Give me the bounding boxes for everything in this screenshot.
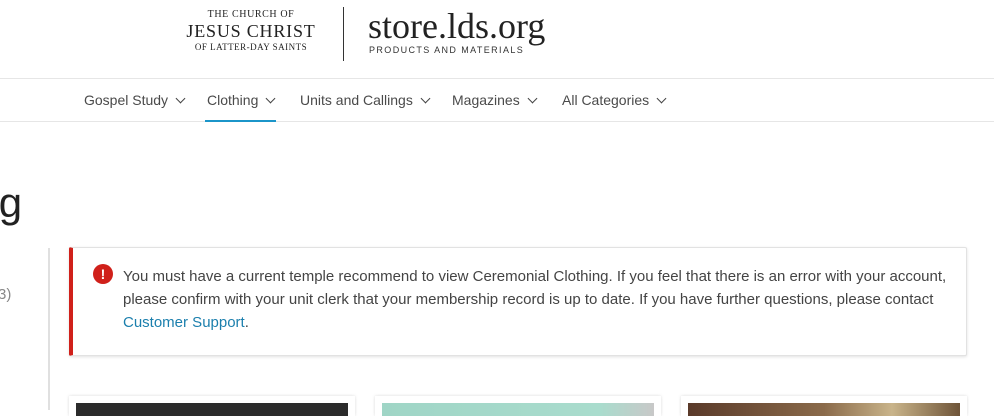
- main-nav: Gospel Study Clothing Units and Callings…: [0, 79, 994, 122]
- nav-item-units-and-callings[interactable]: Units and Callings: [300, 79, 431, 121]
- product-card[interactable]: [681, 396, 967, 416]
- alert-message: You must have a current temple recommend…: [123, 265, 959, 334]
- nav-item-magazines[interactable]: Magazines: [452, 79, 538, 121]
- store-subtitle: Products and Materials: [369, 45, 525, 55]
- store-title[interactable]: store.lds.org: [368, 4, 545, 48]
- logo-divider: [343, 7, 344, 61]
- church-logo-line2: Jesus Christ: [186, 21, 316, 41]
- nav-item-gospel-study[interactable]: Gospel Study: [84, 79, 186, 121]
- chevron-down-icon: [175, 93, 186, 103]
- customer-support-link[interactable]: Customer Support: [123, 314, 245, 331]
- nav-item-label: All Categories: [562, 92, 650, 108]
- nav-item-all-categories[interactable]: All Categories: [562, 79, 667, 121]
- alert-message-end: .: [244, 314, 249, 331]
- chevron-down-icon: [265, 93, 276, 103]
- product-card[interactable]: [375, 396, 661, 416]
- site-header: The Church of Jesus Christ of Latter-day…: [0, 0, 994, 79]
- sidebar-divider: [48, 248, 50, 410]
- nav-item-label: Magazines: [452, 92, 520, 108]
- nav-item-label: Units and Callings: [300, 92, 413, 108]
- product-card[interactable]: [69, 396, 355, 416]
- church-logo-line3: of Latter-day Saints: [194, 42, 308, 52]
- alert-message-text: You must have a current temple recommend…: [123, 268, 947, 308]
- nav-item-label: Gospel Study: [84, 92, 169, 108]
- page-title: ing: [0, 179, 23, 226]
- chevron-down-icon: [527, 93, 538, 103]
- church-logo-line1: The Church of: [207, 9, 295, 20]
- nav-item-clothing[interactable]: Clothing: [204, 79, 277, 122]
- error-alert: ! You must have a current temple recomme…: [69, 247, 967, 356]
- error-icon: !: [93, 264, 113, 284]
- chevron-down-icon: [656, 93, 667, 103]
- chevron-down-icon: [420, 93, 431, 103]
- church-logo[interactable]: The Church of Jesus Christ of Latter-day…: [180, 9, 322, 53]
- nav-item-label: Clothing: [207, 92, 259, 108]
- sidebar-count: 3): [0, 286, 12, 303]
